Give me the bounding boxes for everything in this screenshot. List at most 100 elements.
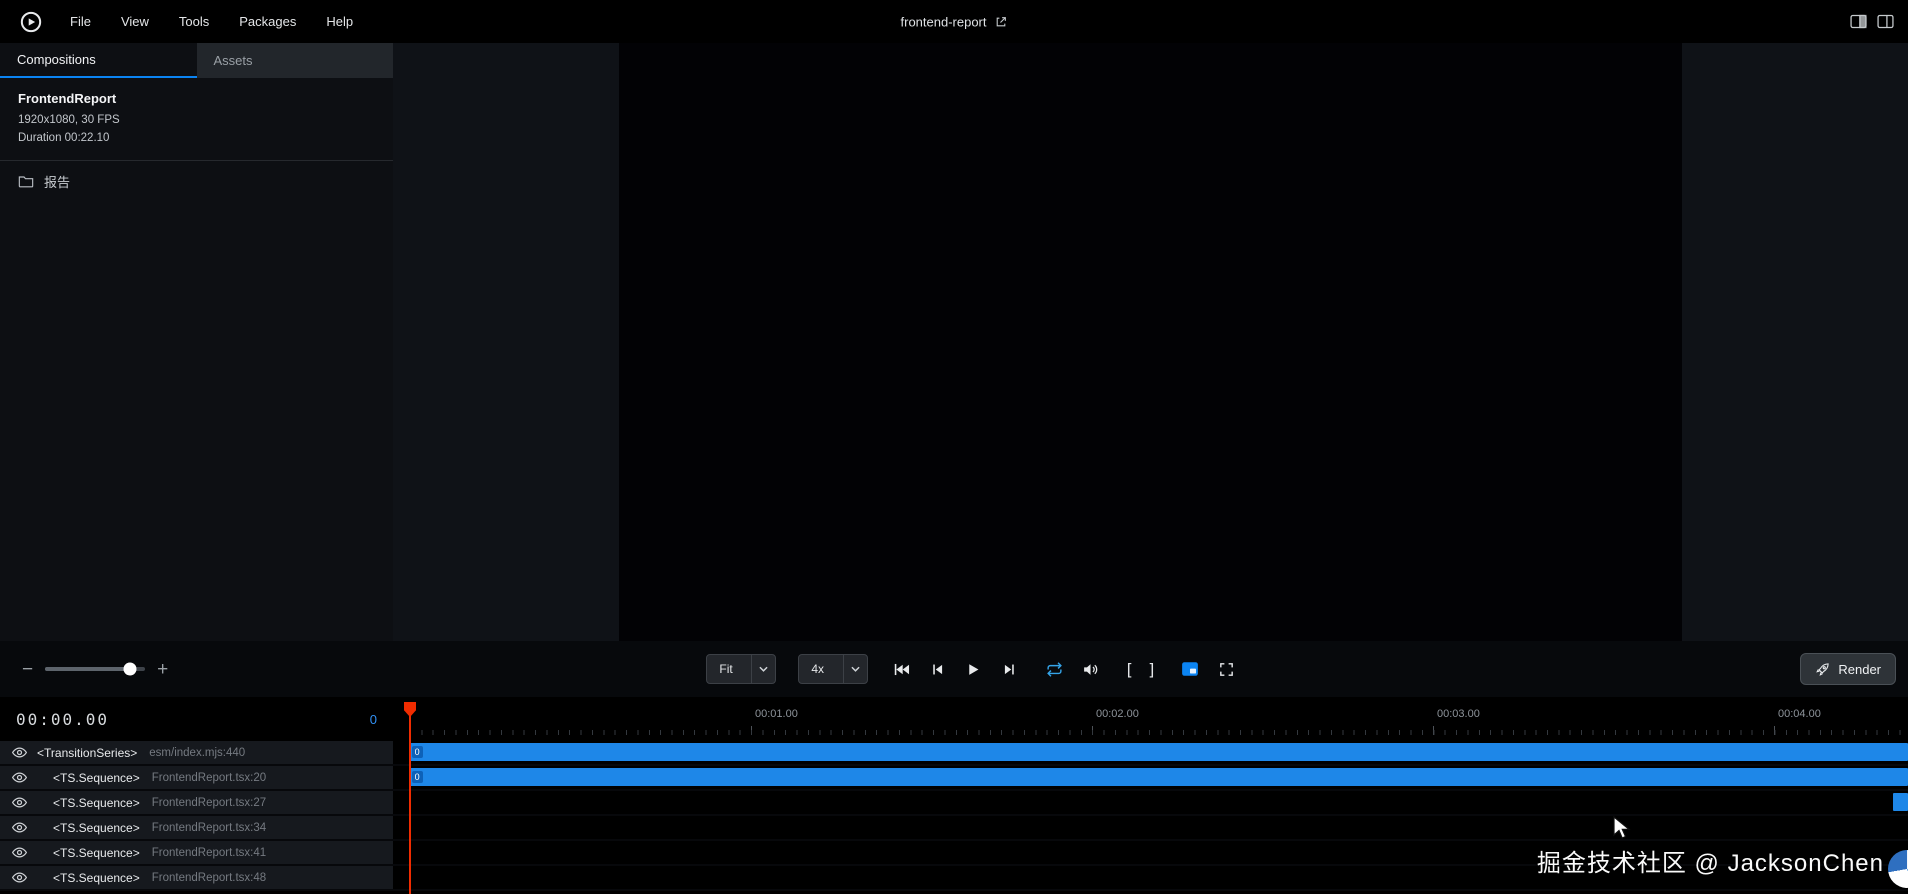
chevron-down-icon <box>844 666 867 672</box>
slider-thumb[interactable] <box>124 663 137 676</box>
fullscreen-button[interactable] <box>1215 658 1238 681</box>
track-lane[interactable] <box>393 791 1908 814</box>
toggle-left-panel-icon[interactable] <box>1850 14 1867 29</box>
next-frame-button[interactable] <box>998 658 1021 681</box>
composition-name: FrontendReport <box>18 91 375 106</box>
visibility-eye-icon[interactable] <box>12 771 27 784</box>
menu-file[interactable]: File <box>58 8 103 35</box>
ruler-major-tick <box>751 726 752 735</box>
track-header[interactable]: <TS.Sequence>FrontendReport.tsx:41 <box>0 841 393 864</box>
remotion-studio: FileViewToolsPackagesHelp frontend-repor… <box>0 0 1908 894</box>
playback-toolbar: − + Fit 4x <box>0 641 1908 697</box>
track-source: esm/index.mjs:440 <box>149 747 245 759</box>
ruler-major-tick <box>1092 726 1093 735</box>
visibility-eye-icon[interactable] <box>12 746 27 759</box>
watermark-text: 掘金技术社区 @ JacksonChen <box>1537 843 1884 878</box>
previous-frame-button[interactable] <box>926 658 949 681</box>
toggle-right-panel-icon[interactable] <box>1877 14 1894 29</box>
track-source: FrontendReport.tsx:34 <box>152 822 266 834</box>
timeline-track-row: <TS.Sequence> FrontendReport.tsx:20 0 <box>0 766 1908 791</box>
timeline-zoom-slider[interactable] <box>45 661 145 677</box>
rate-select-value: 4x <box>811 662 843 676</box>
composition-folder-item[interactable]: 报告 <box>0 161 393 202</box>
menu-view[interactable]: View <box>109 8 161 35</box>
visibility-eye-icon[interactable] <box>12 796 27 809</box>
in-out-group: [ ] <box>1124 660 1156 679</box>
track-lane[interactable]: 0 <box>393 766 1908 789</box>
sequence-bar[interactable]: 0 <box>410 768 1908 786</box>
preview-area <box>393 43 1908 641</box>
render-button[interactable]: Render <box>1800 653 1896 685</box>
menu-packages[interactable]: Packages <box>227 8 308 35</box>
playback-rate-select[interactable]: 4x <box>798 654 868 684</box>
composition-info: FrontendReport 1920x1080, 30 FPS Duratio… <box>0 78 393 161</box>
panel-toggles <box>1850 14 1894 29</box>
mouse-cursor-icon <box>1612 816 1634 845</box>
current-frame-number: 0 <box>370 712 377 727</box>
zoom-out-icon[interactable]: − <box>22 660 33 679</box>
set-out-point-button[interactable]: ] <box>1147 660 1157 679</box>
sequence-bar[interactable]: 0 <box>410 743 1908 761</box>
canvas-size-select[interactable]: Fit <box>706 654 776 684</box>
track-lane[interactable] <box>393 816 1908 839</box>
track-header[interactable]: <TS.Sequence> FrontendReport.tsx:48 <box>0 866 393 889</box>
track-tag: <TS.Sequence> <box>53 771 140 785</box>
video-canvas[interactable] <box>619 43 1682 641</box>
main-area: Compositions Assets FrontendReport 1920x… <box>0 43 1908 641</box>
menu-help[interactable]: Help <box>314 8 365 35</box>
track-source: FrontendReport.tsx:48 <box>152 872 266 884</box>
remotion-logo-icon[interactable] <box>20 11 42 33</box>
track-tag: <TS.Sequence> <box>53 871 140 885</box>
loop-toggle-icon[interactable] <box>1043 658 1066 681</box>
track-tag: <TransitionSeries> <box>37 746 137 760</box>
track-header[interactable]: <TS.Sequence> FrontendReport.tsx:34 <box>0 816 393 839</box>
track-source: FrontendReport.tsx:27 <box>152 797 266 809</box>
track-tag: <TS.Sequence> <box>53 821 140 835</box>
track-header[interactable]: <TransitionSeries> esm/index.mjs:440 <box>0 741 393 764</box>
set-in-point-button[interactable]: [ <box>1124 660 1134 679</box>
track-tag: <TS.Sequence> <box>53 846 140 860</box>
timeline-time-panel: 00:00.00 0 <box>0 697 393 741</box>
visibility-eye-icon[interactable] <box>12 821 27 834</box>
rocket-icon <box>1815 662 1830 677</box>
transport-buttons <box>890 658 1021 681</box>
track-lane[interactable]: 0 <box>393 741 1908 764</box>
external-link-icon[interactable] <box>995 15 1008 28</box>
track-tag: <TS.Sequence> <box>53 796 140 810</box>
sidebar: Compositions Assets FrontendReport 1920x… <box>0 43 393 641</box>
menu-items: FileViewToolsPackagesHelp <box>58 8 365 35</box>
ruler-time-label: 00:03.00 <box>1437 708 1480 720</box>
sequence-bar[interactable] <box>1893 793 1908 811</box>
view-toggles-group <box>1179 658 1238 681</box>
tab-compositions[interactable]: Compositions <box>0 43 197 78</box>
play-button[interactable] <box>962 658 985 681</box>
composition-duration: Duration 00:22.10 <box>18 129 375 147</box>
volume-icon[interactable] <box>1079 658 1102 681</box>
track-header[interactable]: <TS.Sequence> FrontendReport.tsx:27 <box>0 791 393 814</box>
timeline-ruler[interactable]: 00:01.0000:02.0000:03.0000:04.00 <box>393 697 1908 741</box>
jump-to-start-button[interactable] <box>890 658 913 681</box>
playhead-line <box>409 711 411 894</box>
menu-tools[interactable]: Tools <box>167 8 221 35</box>
visibility-eye-icon[interactable] <box>12 846 27 859</box>
render-label: Render <box>1838 662 1881 677</box>
composition-resolution: 1920x1080, 30 FPS <box>18 111 375 129</box>
track-header[interactable]: <TS.Sequence> FrontendReport.tsx:20 <box>0 766 393 789</box>
menu-bar: FileViewToolsPackagesHelp frontend-repor… <box>0 0 1908 43</box>
tab-assets[interactable]: Assets <box>197 43 394 78</box>
zoom-in-icon[interactable]: + <box>157 660 168 679</box>
loop-volume-group <box>1043 658 1102 681</box>
folder-icon <box>18 174 34 188</box>
title-text: frontend-report <box>901 14 987 29</box>
timeline-track-row: <TS.Sequence> FrontendReport.tsx:27 <box>0 791 1908 816</box>
current-timecode: 00:00.00 <box>16 710 109 729</box>
timeline-track-row: <TransitionSeries> esm/index.mjs:440 0 <box>0 741 1908 766</box>
ruler-time-label: 00:02.00 <box>1096 708 1139 720</box>
visibility-eye-icon[interactable] <box>12 871 27 884</box>
transparency-toggle-icon[interactable] <box>1179 658 1202 681</box>
composition-title[interactable]: frontend-report <box>901 14 1008 29</box>
track-source: FrontendReport.tsx:20 <box>152 772 266 784</box>
folder-label: 报告 <box>44 172 70 191</box>
ruler-major-tick <box>1433 726 1434 735</box>
ruler-time-label: 00:04.00 <box>1778 708 1821 720</box>
